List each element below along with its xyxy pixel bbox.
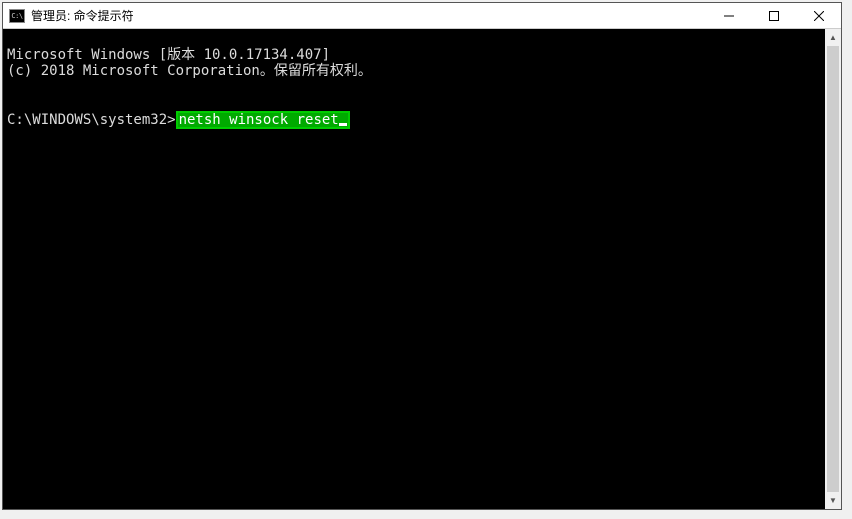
command-text: netsh winsock reset bbox=[179, 112, 339, 128]
close-icon bbox=[814, 11, 824, 21]
prompt-text: C:\WINDOWS\system32> bbox=[7, 112, 176, 128]
prompt-line: C:\WINDOWS\system32>netsh winsock reset bbox=[7, 111, 837, 129]
copyright-line: (c) 2018 Microsoft Corporation。保留所有权利。 bbox=[7, 63, 372, 79]
terminal-body[interactable]: Microsoft Windows [版本 10.0.17134.407] (c… bbox=[3, 29, 841, 509]
maximize-button[interactable] bbox=[751, 3, 796, 28]
scroll-thumb[interactable] bbox=[827, 46, 839, 492]
minimize-button[interactable] bbox=[706, 3, 751, 28]
terminal-content: Microsoft Windows [版本 10.0.17134.407] (c… bbox=[3, 29, 841, 163]
scroll-track[interactable] bbox=[825, 46, 841, 492]
scroll-down-button[interactable]: ▼ bbox=[825, 492, 841, 509]
command-highlight: netsh winsock reset bbox=[176, 111, 350, 129]
window-title: 管理员: 命令提示符 bbox=[31, 7, 134, 24]
scroll-up-button[interactable]: ▲ bbox=[825, 29, 841, 46]
maximize-icon bbox=[769, 11, 779, 21]
close-button[interactable] bbox=[796, 3, 841, 28]
window-controls bbox=[706, 3, 841, 28]
cmd-window: C:\ 管理员: 命令提示符 Microsoft Windows [版本 10.… bbox=[2, 2, 842, 510]
cmd-icon: C:\ bbox=[9, 9, 25, 23]
cursor-icon bbox=[339, 123, 347, 126]
minimize-icon bbox=[724, 11, 734, 21]
version-line: Microsoft Windows [版本 10.0.17134.407] bbox=[7, 47, 330, 63]
titlebar[interactable]: C:\ 管理员: 命令提示符 bbox=[3, 3, 841, 29]
scrollbar[interactable]: ▲ ▼ bbox=[825, 29, 841, 509]
